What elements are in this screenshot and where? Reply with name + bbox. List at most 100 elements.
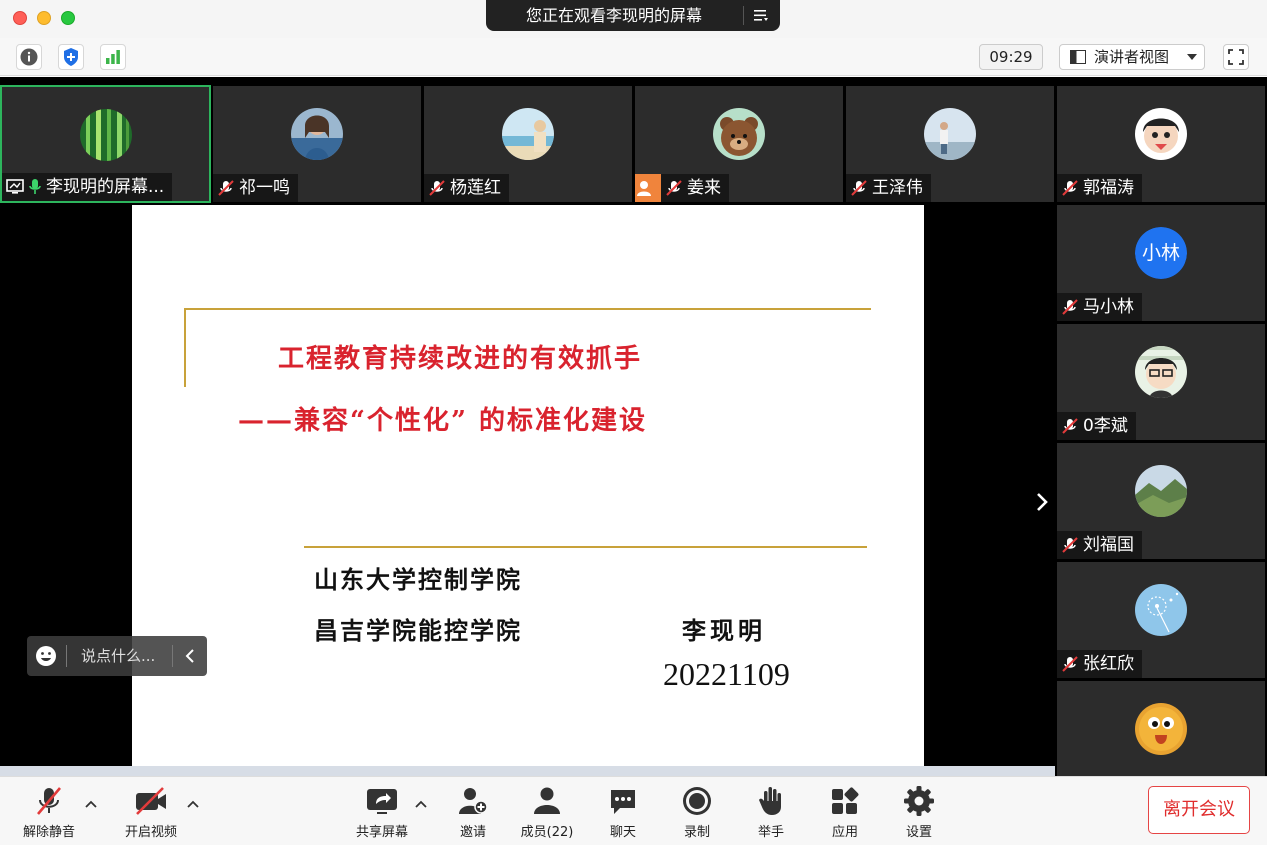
participant-name: 王泽伟 [872, 178, 923, 198]
participant-name-tag: 马小林 [1057, 293, 1142, 321]
microphone-muted-icon [218, 180, 234, 196]
network-stats-button[interactable] [100, 44, 126, 70]
divider [172, 645, 173, 667]
participant-name-tag: 李现明的屏幕... [2, 173, 173, 201]
participant-name: 李现明的屏幕... [46, 177, 165, 197]
participant-tile[interactable]: 刘福国 [1057, 443, 1265, 559]
slide-date: 20221109 [663, 656, 790, 692]
viewing-banner: 您正在观看李现明的屏幕 [486, 0, 780, 31]
participant-tile[interactable]: 郭福涛 [1057, 86, 1265, 202]
chevron-right-icon[interactable] [1031, 487, 1053, 517]
microphone-muted-icon [1062, 656, 1078, 672]
record-label: 录制 [683, 825, 710, 840]
quick-chat-input[interactable]: 说点什么... [27, 636, 207, 676]
avatar [1135, 465, 1187, 517]
close-window-button[interactable] [13, 11, 27, 25]
fullscreen-icon [1228, 49, 1244, 65]
chevron-up-icon[interactable] [414, 799, 428, 809]
participant-name: 祁一鸣 [239, 178, 290, 198]
chat-button[interactable]: 聊天 [600, 785, 646, 840]
participant-name: 杨莲红 [450, 178, 501, 198]
avatar [1135, 346, 1187, 398]
chevron-up-icon[interactable] [186, 799, 200, 809]
meeting-timer: 09:29 [979, 44, 1043, 70]
avatar [1135, 584, 1187, 636]
participant-name: 张红欣 [1083, 654, 1134, 674]
minimize-window-button[interactable] [37, 11, 51, 25]
record-icon [683, 787, 711, 815]
participant-name: 姜来 [687, 178, 721, 198]
title-bar: 您正在观看李现明的屏幕 [0, 0, 1267, 38]
maximize-window-button[interactable] [61, 11, 75, 25]
participant-name: 马小林 [1083, 297, 1134, 317]
slide-title: 工程教育持续改进的有效抓手 [278, 344, 643, 374]
participant-name-tag: 王泽伟 [846, 174, 931, 202]
microphone-muted-icon [666, 180, 682, 196]
chat-label: 聊天 [609, 825, 636, 840]
screen-share-icon [6, 179, 24, 194]
participant-tile[interactable]: 祁一鸣 [213, 86, 421, 202]
participant-name: 刘福国 [1083, 535, 1134, 555]
view-mode-dropdown[interactable]: 演讲者视图 [1059, 44, 1205, 70]
host-badge [635, 174, 661, 202]
participant-tile[interactable]: 张红欣 [1057, 562, 1265, 678]
chevron-left-icon[interactable] [180, 646, 200, 666]
camera-off-icon [136, 787, 166, 815]
meeting-stage: 李现明的屏幕... 祁一鸣 杨莲红 姜来 王泽伟 郭福涛 小林 马小林 0李斌 … [0, 77, 1267, 776]
apps-button[interactable]: 应用 [822, 785, 868, 840]
slide-rule [304, 546, 867, 548]
people-icon [534, 787, 560, 814]
divider [743, 6, 744, 25]
slide-rule [184, 308, 871, 310]
unmute-label: 解除静音 [22, 825, 75, 840]
meeting-info-button[interactable] [16, 44, 42, 70]
security-button[interactable] [58, 44, 84, 70]
microphone-muted-icon [851, 180, 867, 196]
leave-meeting-button[interactable]: 离开会议 [1148, 786, 1250, 834]
participant-tile[interactable]: 杨莲红 [424, 86, 632, 202]
settings-button[interactable]: 设置 [896, 785, 942, 840]
avatar [502, 108, 554, 160]
participant-name-tag: 姜来 [635, 174, 729, 202]
raise-hand-label: 举手 [757, 825, 784, 840]
invite-button[interactable]: 邀请 [450, 785, 496, 840]
shared-screen-taskbar [0, 766, 1055, 776]
avatar: 小林 [1135, 227, 1187, 279]
participant-tile-screen-share[interactable]: 李现明的屏幕... [0, 85, 211, 203]
meeting-top-toolbar: 09:29 演讲者视图 [0, 38, 1267, 76]
person-icon [637, 181, 651, 196]
record-button[interactable]: 录制 [674, 785, 720, 840]
info-icon [20, 48, 38, 66]
avatar [713, 108, 765, 160]
participant-tile[interactable]: 小林 马小林 [1057, 205, 1265, 321]
chevron-up-icon[interactable] [84, 799, 98, 809]
settings-label: 设置 [905, 825, 932, 840]
slide-organization: 山东大学控制学院 [314, 565, 522, 594]
share-screen-label: 共享屏幕 [355, 825, 408, 840]
emoji-icon[interactable] [35, 645, 57, 667]
participant-tile[interactable]: 0李斌 [1057, 324, 1265, 440]
invite-label: 邀请 [459, 825, 486, 840]
chat-placeholder[interactable]: 说点什么... [81, 636, 155, 676]
share-screen-button[interactable]: 共享屏幕 [352, 785, 412, 840]
view-options-icon[interactable] [752, 7, 770, 23]
participant-name: 0李斌 [1083, 416, 1128, 436]
microphone-muted-icon [429, 180, 445, 196]
participant-tile[interactable]: 王泽伟 [846, 86, 1054, 202]
fullscreen-button[interactable] [1223, 44, 1249, 70]
unmute-button[interactable]: 解除静音 [18, 785, 80, 840]
gear-icon [904, 786, 934, 816]
signal-bars-icon [106, 50, 120, 64]
slide-author: 李现明 [682, 616, 766, 645]
apps-icon [832, 787, 859, 814]
raise-hand-button[interactable]: 举手 [748, 785, 794, 840]
slide-subtitle: ——兼容“个性化” 的标准化建设 [238, 406, 647, 436]
participants-button[interactable]: 成员(22) [517, 785, 577, 840]
participant-name-tag: 刘福国 [1057, 531, 1142, 559]
chat-icon [611, 790, 635, 814]
participant-tile[interactable]: 姜来 [635, 86, 843, 202]
avatar [291, 108, 343, 160]
avatar [1135, 108, 1187, 160]
participant-tile[interactable] [1057, 681, 1265, 776]
start-video-button[interactable]: 开启视频 [118, 785, 184, 840]
